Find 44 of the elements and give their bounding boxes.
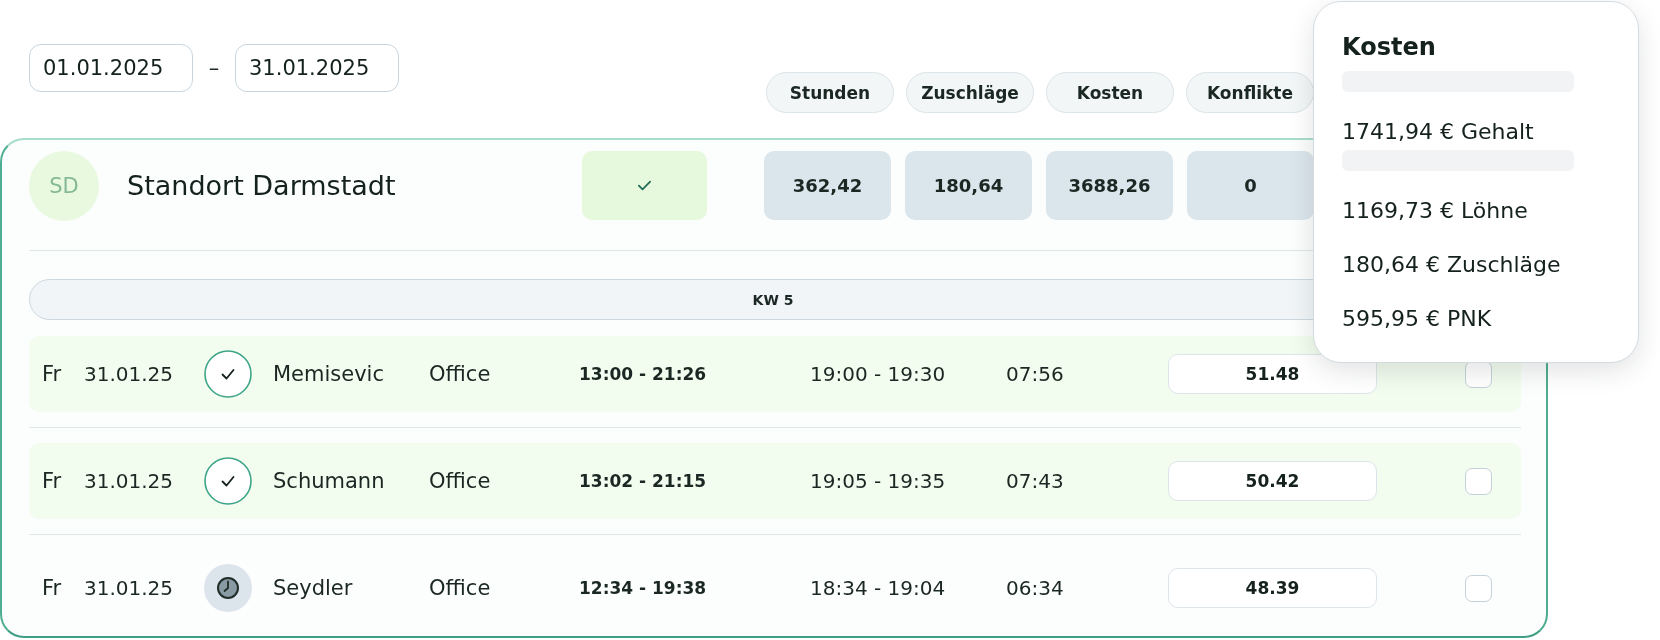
- area-cell: Office: [429, 469, 491, 493]
- location-name: Standort Darmstadt: [127, 170, 397, 201]
- day-cell: Fr: [42, 362, 62, 386]
- area-cell: Office: [429, 576, 491, 600]
- amount-field[interactable]: 48.39: [1168, 568, 1377, 608]
- shift-time: 12:34 - 19:38: [579, 578, 707, 598]
- shift-time: 13:02 - 21:15: [579, 471, 707, 491]
- break-time: 19:05 - 19:35: [810, 469, 946, 493]
- column-label: Zuschläge: [906, 72, 1034, 113]
- date-cell: 31.01.25: [84, 576, 174, 600]
- cost-line: 1741,94 € Gehalt: [1342, 118, 1534, 146]
- day-cell: Fr: [42, 469, 62, 493]
- date-cell: 31.01.25: [84, 469, 174, 493]
- date-field[interactable]: 31.01.2025: [235, 44, 399, 92]
- popup-title: Kosten: [1342, 32, 1436, 62]
- net-time: 07:56: [1006, 362, 1064, 386]
- checkbox[interactable]: [1465, 467, 1492, 495]
- total-value: 362,42: [764, 151, 891, 220]
- break-time: 19:00 - 19:30: [810, 362, 946, 386]
- cost-line: 180,64 € Zuschläge: [1342, 251, 1561, 279]
- area-cell: Office: [429, 362, 491, 386]
- column-label: Stunden: [766, 72, 894, 113]
- column-label: Kosten: [1046, 72, 1174, 113]
- net-time: 06:34: [1006, 576, 1064, 600]
- column-label: Konflikte: [1186, 72, 1314, 113]
- total-value: 3688,26: [1046, 151, 1173, 220]
- break-time: 18:34 - 19:04: [810, 576, 946, 600]
- total-value: 0: [1187, 151, 1314, 220]
- employee-name: Schumann: [273, 469, 385, 493]
- range-separator: –: [207, 56, 221, 80]
- amount-field[interactable]: 51.48: [1168, 354, 1377, 394]
- net-time: 07:43: [1006, 469, 1064, 493]
- avatar: SD: [29, 150, 99, 221]
- employee-name: Seydler: [273, 576, 353, 600]
- cost-line: 1169,73 € Löhne: [1342, 197, 1528, 225]
- total-value: 180,64: [905, 151, 1032, 220]
- amount-field[interactable]: 50.42: [1168, 461, 1377, 501]
- date-cell: 31.01.25: [84, 362, 174, 386]
- date-field[interactable]: 01.01.2025: [29, 44, 193, 92]
- employee-name: Memisevic: [273, 362, 384, 386]
- checkbox[interactable]: [1465, 574, 1492, 602]
- shift-time: 13:00 - 21:26: [579, 364, 707, 384]
- check-icon: [638, 179, 651, 192]
- day-cell: Fr: [42, 576, 62, 600]
